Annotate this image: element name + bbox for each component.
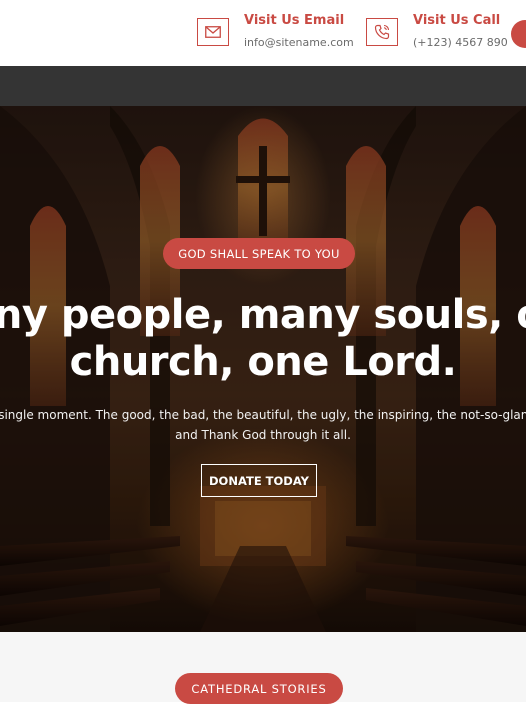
donate-button[interactable]: DONATE TODAY <box>201 464 317 497</box>
hero-headline-line-1: Many people, many souls, one <box>0 292 526 338</box>
header-action-button[interactable] <box>511 20 526 48</box>
email-address[interactable]: info@sitename.com <box>244 36 354 49</box>
top-contact-bar: Visit Us Email info@sitename.com Visit U… <box>0 0 526 66</box>
hero-subtext-line-2: and Thank God through it all. <box>175 428 351 442</box>
main-navigation-bar <box>0 66 526 106</box>
call-contact-title: Visit Us Call <box>413 13 501 28</box>
hero-subtext-line-1: Every single moment. The good, the bad, … <box>0 408 526 422</box>
hero-banner: GOD SHALL SPEAK TO YOU Many people, many… <box>0 106 526 632</box>
email-contact[interactable]: Visit Us Email info@sitename.com <box>197 12 357 56</box>
phone-icon <box>366 18 398 46</box>
email-contact-title: Visit Us Email <box>244 13 345 28</box>
mail-icon <box>197 18 229 46</box>
hero-headline-line-2: church, one Lord. <box>69 339 457 385</box>
stories-section: CATHEDRAL STORIES <box>0 632 526 704</box>
section-badge: CATHEDRAL STORIES <box>175 673 343 704</box>
phone-number[interactable]: (+123) 4567 890 <box>413 36 508 49</box>
hero-tagline-badge: GOD SHALL SPEAK TO YOU <box>163 238 355 269</box>
call-contact[interactable]: Visit Us Call (+123) 4567 890 <box>366 12 508 56</box>
